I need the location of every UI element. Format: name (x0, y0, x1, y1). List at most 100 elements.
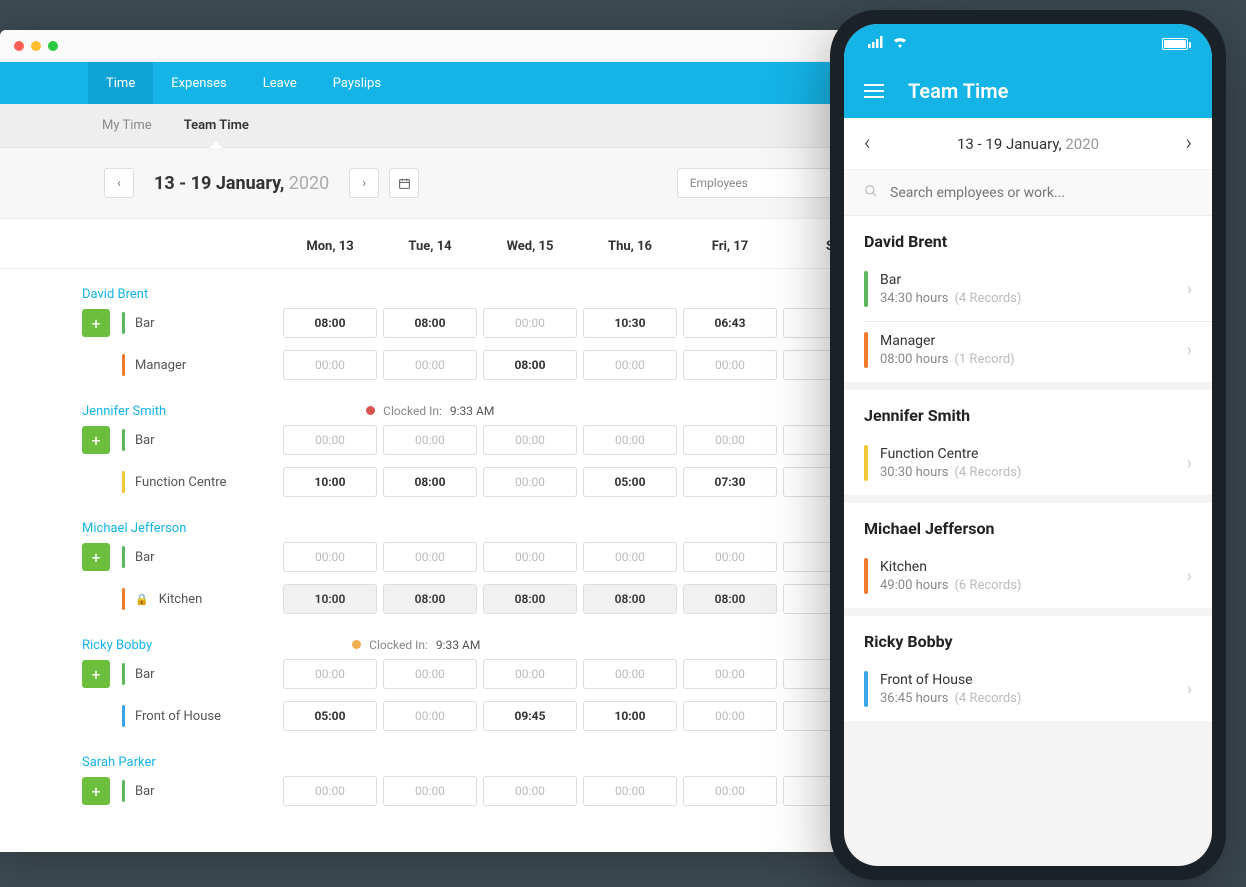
employee-name[interactable]: Ricky Bobby (0, 634, 152, 657)
time-cell[interactable]: 00:00 (683, 350, 777, 380)
time-cell[interactable]: 00:00 (283, 542, 377, 572)
time-cell[interactable]: 08:00 (683, 584, 777, 614)
prev-week-button[interactable]: ‹ (104, 168, 134, 198)
role-cell[interactable]: Bar (122, 312, 280, 334)
time-cell[interactable]: 08:00 (383, 584, 477, 614)
time-cell[interactable]: 10:00 (583, 701, 677, 731)
employee-name[interactable]: Jennifer Smith (0, 400, 166, 423)
role-cell[interactable]: Front of House (122, 705, 280, 727)
role-name: Bar (135, 316, 155, 331)
next-week-mobile[interactable]: › (1185, 131, 1192, 156)
role-cell[interactable]: Bar (122, 663, 280, 685)
next-week-button[interactable]: › (349, 168, 379, 198)
role-cell[interactable]: Bar (122, 546, 280, 568)
time-cell[interactable]: 00:00 (583, 425, 677, 455)
time-cell[interactable]: 10:00 (283, 584, 377, 614)
mobile-role-row[interactable]: Manager 08:00 hours(1 Record) › (844, 322, 1212, 382)
role-cell[interactable]: Bar (122, 780, 280, 802)
time-cell[interactable]: 08:00 (483, 584, 577, 614)
time-cell[interactable]: 00:00 (483, 308, 577, 338)
time-cell[interactable]: 00:00 (683, 776, 777, 806)
time-cell[interactable]: 00:00 (483, 542, 577, 572)
mobile-role-name: Manager (880, 333, 1175, 349)
time-cell[interactable]: 10:00 (283, 467, 377, 497)
role-cell[interactable]: Function Centre (122, 471, 280, 493)
time-cell[interactable]: 00:00 (583, 350, 677, 380)
close-window-icon[interactable] (14, 41, 24, 51)
add-row-button[interactable]: + (82, 660, 110, 688)
time-cell[interactable]: 00:00 (583, 659, 677, 689)
time-cell[interactable]: 10:30 (583, 308, 677, 338)
time-cell[interactable]: 00:00 (283, 350, 377, 380)
time-cell[interactable]: 00:00 (583, 542, 677, 572)
role-color-bar (122, 471, 125, 493)
time-cell[interactable]: 00:00 (483, 467, 577, 497)
role-cell[interactable]: Manager (122, 354, 280, 376)
phone-screen: Team Time ‹ 13 - 19 January, 2020 › Davi… (844, 24, 1212, 866)
employee-name[interactable]: Sarah Parker (0, 751, 156, 774)
timesheet-row: 🔒Kitchen10:0008:0008:0008:0008:00 (0, 578, 950, 620)
prev-week-mobile[interactable]: ‹ (864, 131, 871, 156)
subnav-teamtime[interactable]: Team Time (184, 104, 249, 147)
add-row-button[interactable]: + (82, 543, 110, 571)
mobile-role-name: Kitchen (880, 559, 1175, 575)
time-cell[interactable]: 00:00 (683, 425, 777, 455)
role-color-bar (864, 671, 868, 707)
maximize-window-icon[interactable] (48, 41, 58, 51)
minimize-window-icon[interactable] (31, 41, 41, 51)
time-cell[interactable]: 00:00 (483, 776, 577, 806)
time-cell[interactable]: 00:00 (383, 701, 477, 731)
time-cell[interactable]: 08:00 (283, 308, 377, 338)
day-header: Tue, 14 (380, 239, 480, 254)
nav-expenses[interactable]: Expenses (153, 62, 245, 104)
time-cell[interactable]: 00:00 (683, 542, 777, 572)
timesheet-row: +Bar08:0008:0000:0010:3006:43 (0, 302, 950, 344)
role-color-bar (122, 663, 125, 685)
time-cell[interactable]: 00:00 (483, 425, 577, 455)
mobile-role-hours: 08:00 hours(1 Record) (880, 352, 1175, 367)
time-cell[interactable]: 06:43 (683, 308, 777, 338)
mobile-role-row[interactable]: Bar 34:30 hours(4 Records) › (844, 261, 1212, 321)
time-cell[interactable]: 00:00 (383, 542, 477, 572)
subnav-mytime[interactable]: My Time (102, 104, 152, 147)
time-cell[interactable]: 00:00 (583, 776, 677, 806)
mobile-role-row[interactable]: Kitchen 49:00 hours(6 Records) › (844, 548, 1212, 608)
time-cell[interactable]: 00:00 (683, 701, 777, 731)
search-input[interactable] (890, 185, 1192, 201)
time-cell[interactable]: 00:00 (383, 659, 477, 689)
mobile-role-name: Function Centre (880, 446, 1175, 462)
employee-name[interactable]: Michael Jefferson (0, 517, 186, 540)
nav-payslips[interactable]: Payslips (315, 62, 399, 104)
time-cell[interactable]: 05:00 (283, 701, 377, 731)
role-cell[interactable]: 🔒Kitchen (122, 588, 280, 610)
add-row-button[interactable]: + (82, 426, 110, 454)
menu-icon[interactable] (864, 84, 884, 98)
time-cell[interactable]: 00:00 (283, 425, 377, 455)
employee-name[interactable]: David Brent (0, 283, 148, 306)
time-cell[interactable]: 08:00 (383, 467, 477, 497)
time-cell[interactable]: 08:00 (383, 308, 477, 338)
time-cell[interactable]: 09:45 (483, 701, 577, 731)
time-cell[interactable]: 08:00 (483, 350, 577, 380)
role-color-bar (122, 780, 125, 802)
wifi-icon (892, 36, 908, 52)
time-cell[interactable]: 00:00 (383, 776, 477, 806)
mobile-role-row[interactable]: Front of House 36:45 hours(4 Records) › (844, 661, 1212, 721)
time-cell[interactable]: 00:00 (683, 659, 777, 689)
time-cell[interactable]: 00:00 (383, 350, 477, 380)
time-cell[interactable]: 00:00 (283, 776, 377, 806)
add-row-button[interactable]: + (82, 309, 110, 337)
calendar-button[interactable] (389, 168, 419, 198)
time-cell[interactable]: 07:30 (683, 467, 777, 497)
mobile-role-row[interactable]: Function Centre 30:30 hours(4 Records) › (844, 435, 1212, 495)
nav-time[interactable]: Time (88, 62, 153, 104)
time-cell[interactable]: 00:00 (383, 425, 477, 455)
add-row-button[interactable]: + (82, 777, 110, 805)
nav-leave[interactable]: Leave (245, 62, 315, 104)
time-cell[interactable]: 00:00 (483, 659, 577, 689)
time-cell[interactable]: 08:00 (583, 584, 677, 614)
time-cell[interactable]: 00:00 (283, 659, 377, 689)
battery-icon (1162, 38, 1188, 50)
time-cell[interactable]: 05:00 (583, 467, 677, 497)
role-cell[interactable]: Bar (122, 429, 280, 451)
